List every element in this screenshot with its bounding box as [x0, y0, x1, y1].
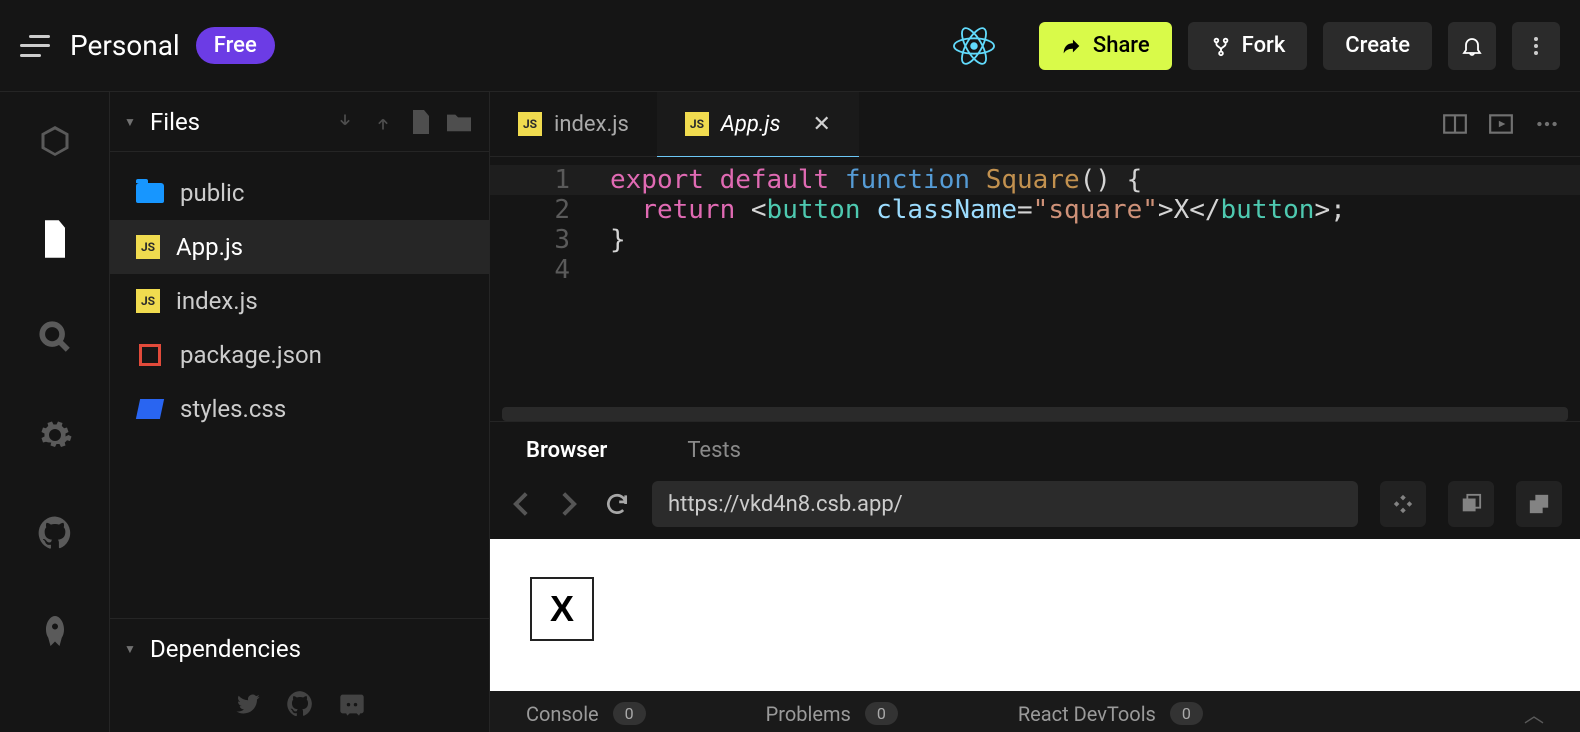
file-item-package-json[interactable]: package.json — [110, 328, 489, 382]
menu-icon[interactable] — [20, 35, 50, 57]
forward-icon[interactable] — [556, 491, 582, 517]
workspace-name[interactable]: Personal — [70, 29, 180, 62]
main-area: ▼ Files public JS App.js JS index.js pac… — [0, 92, 1580, 732]
notifications-button[interactable] — [1448, 22, 1496, 70]
discord-icon[interactable] — [338, 690, 366, 718]
file-item-public[interactable]: public — [110, 166, 489, 220]
square-button[interactable]: X — [530, 577, 594, 641]
deps-header[interactable]: ▼ Dependencies — [110, 618, 489, 678]
kebab-icon — [1524, 34, 1548, 58]
preview-tabs: Browser Tests — [490, 422, 1580, 475]
files-title: Files — [150, 108, 319, 136]
reload-icon[interactable] — [604, 491, 630, 517]
editor-scrollbar[interactable] — [502, 407, 1568, 421]
file-sidebar: ▼ Files public JS App.js JS index.js pac… — [110, 92, 490, 732]
ptab-tests[interactable]: Tests — [687, 438, 741, 463]
folder-icon — [136, 179, 164, 207]
new-folder-icon[interactable] — [447, 110, 471, 134]
file-list: public JS App.js JS index.js package.jso… — [110, 152, 489, 618]
create-button[interactable]: Create — [1323, 22, 1432, 70]
sandbox-icon[interactable] — [36, 122, 74, 160]
ptab-browser[interactable]: Browser — [526, 438, 607, 463]
deploy-icon[interactable] — [36, 612, 74, 650]
files-header[interactable]: ▼ Files — [110, 92, 489, 152]
preview-panel: Browser Tests https://vkd4n8.csb.app/ X … — [490, 421, 1580, 732]
social-links — [110, 678, 489, 732]
upload-icon[interactable] — [371, 110, 395, 134]
tab-index-js[interactable]: JS index.js — [490, 92, 657, 157]
devtools-tab[interactable]: React DevTools 0 — [1018, 702, 1203, 726]
editor-tab-actions — [1442, 111, 1580, 137]
top-header: Personal Free Share Fork Create — [0, 0, 1580, 92]
js-icon: JS — [685, 112, 709, 136]
deps-title: Dependencies — [150, 635, 471, 663]
github-social-icon[interactable] — [286, 690, 314, 718]
file-item-app-js[interactable]: JS App.js — [110, 220, 489, 274]
chevron-down-icon: ▼ — [122, 641, 138, 657]
code-editor[interactable]: 1export default function Square() { 2 re… — [490, 157, 1580, 407]
close-icon[interactable]: ✕ — [813, 112, 831, 137]
preview-frame: X — [490, 539, 1580, 691]
problems-tab[interactable]: Problems 0 — [766, 702, 898, 726]
more-icon[interactable] — [1534, 111, 1560, 137]
back-icon[interactable] — [508, 491, 534, 517]
bell-icon — [1460, 34, 1484, 58]
more-button[interactable] — [1512, 22, 1560, 70]
bottom-panel-tabs: Console 0 Problems 0 React DevTools 0 ︿ — [490, 691, 1580, 732]
js-icon: JS — [136, 289, 160, 313]
twitter-icon[interactable] — [234, 690, 262, 718]
activity-rail — [0, 92, 110, 732]
react-logo-icon — [953, 25, 995, 67]
content-area: JS index.js JS App.js ✕ 1export default … — [490, 92, 1580, 732]
popout-icon[interactable] — [1516, 481, 1562, 527]
console-tab[interactable]: Console 0 — [526, 702, 646, 726]
chevron-down-icon: ▼ — [122, 114, 138, 130]
expand-icon[interactable] — [1380, 481, 1426, 527]
download-icon[interactable] — [333, 110, 357, 134]
preview-icon[interactable] — [1488, 111, 1514, 137]
editor-tabs: JS index.js JS App.js ✕ — [490, 92, 1580, 157]
search-icon[interactable] — [36, 318, 74, 356]
css-icon — [136, 395, 164, 423]
fork-icon — [1210, 35, 1232, 57]
plan-badge[interactable]: Free — [196, 27, 275, 64]
tab-app-js[interactable]: JS App.js ✕ — [657, 92, 859, 157]
fork-button[interactable]: Fork — [1188, 22, 1308, 70]
js-icon: JS — [518, 112, 542, 136]
js-icon: JS — [136, 235, 160, 259]
browser-toolbar: https://vkd4n8.csb.app/ — [490, 475, 1580, 539]
new-window-icon[interactable] — [1448, 481, 1494, 527]
settings-icon[interactable] — [36, 416, 74, 454]
json-icon — [136, 341, 164, 369]
share-button[interactable]: Share — [1039, 22, 1172, 70]
explorer-icon[interactable] — [36, 220, 74, 258]
file-item-index-js[interactable]: JS index.js — [110, 274, 489, 328]
new-file-icon[interactable] — [409, 110, 433, 134]
chevron-up-icon[interactable]: ︿ — [1524, 699, 1544, 728]
split-icon[interactable] — [1442, 111, 1468, 137]
github-icon[interactable] — [36, 514, 74, 552]
file-item-styles-css[interactable]: styles.css — [110, 382, 489, 436]
share-arrow-icon — [1061, 35, 1083, 57]
url-input[interactable]: https://vkd4n8.csb.app/ — [652, 481, 1358, 527]
